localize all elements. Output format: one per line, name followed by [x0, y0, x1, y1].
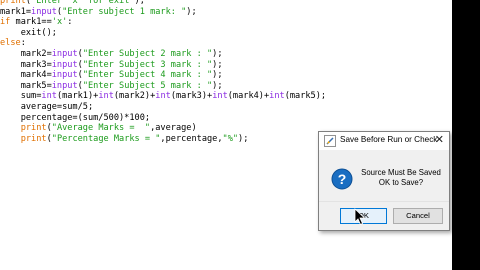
code-token: "Enter Subject 2 mark : "	[82, 48, 213, 59]
code-token: input	[51, 59, 78, 70]
code-token: exit	[0, 27, 42, 38]
code-token: "Enter Subject 4 mark : "	[82, 70, 213, 81]
code-token: "Enter Subject 5 mark : "	[82, 80, 213, 91]
code-token: int	[98, 91, 114, 102]
code-token: (mark1)+	[56, 91, 99, 102]
code-line[interactable]: mark1=input("Enter subject 1 mark: ");	[0, 7, 326, 18]
code-text[interactable]: print("Enter 'x' for exit"); mark1=input(…	[0, 0, 326, 144]
code-token: else	[0, 38, 21, 49]
code-token: "Enter 'x' for exit"	[31, 0, 135, 6]
code-line[interactable]: percentage=(sum/500)*100;	[0, 113, 326, 124]
code-token: "Enter subject 1 mark: "	[62, 6, 187, 17]
dialog-message: Source Must Be Saved OK to Save?	[359, 168, 443, 188]
code-token: if	[0, 17, 11, 28]
code-token: input	[51, 80, 78, 91]
code-line[interactable]: print("Enter 'x' for exit");	[0, 0, 326, 7]
code-token: mark1==	[10, 17, 52, 28]
code-token: input	[31, 6, 57, 17]
code-token: (mark5);	[284, 91, 327, 102]
code-token: mark2=	[0, 48, 52, 59]
code-token: int	[155, 91, 171, 102]
code-line[interactable]: print("Percentage Marks = ",percentage,"…	[0, 134, 326, 145]
code-token: "Percentage Marks = "	[51, 133, 161, 144]
code-token: "Average Marks = "	[51, 123, 151, 134]
code-token: );	[212, 70, 223, 81]
code-token: ,average)	[150, 123, 197, 134]
code-token: );	[212, 80, 223, 91]
code-line[interactable]: mark2=input("Enter Subject 2 mark : ");	[0, 49, 326, 60]
code-line[interactable]: sum=int(mark1)+int(mark2)+int(mark3)+int…	[0, 91, 326, 102]
code-token: input	[51, 48, 78, 59]
message-line-2: OK to Save?	[378, 178, 424, 187]
question-icon: ?	[331, 168, 353, 190]
mouse-cursor-icon	[354, 208, 366, 226]
code-token: print	[20, 133, 47, 144]
code-token: input	[51, 70, 78, 81]
code-token: print	[20, 123, 47, 134]
screen-frame: print("Enter 'x' for exit"); mark1=input(…	[0, 0, 480, 270]
code-token: 'x'	[51, 17, 68, 28]
code-token: "%"	[222, 133, 239, 144]
svg-text:?: ?	[338, 171, 347, 187]
code-token: );	[212, 59, 223, 70]
code-token: int	[269, 91, 285, 102]
code-token: );	[212, 48, 223, 59]
save-dialog: Save Before Run or Check ✕ ? Source Must…	[318, 131, 450, 231]
code-token: (mark4)+	[227, 91, 270, 102]
code-token: "Enter Subject 3 mark : "	[82, 59, 213, 70]
code-token: sum=	[0, 91, 42, 102]
code-line[interactable]: mark5=input("Enter Subject 5 mark : ");	[0, 81, 326, 92]
code-token: );	[238, 133, 249, 144]
code-token: :	[67, 17, 73, 28]
message-line-1: Source Must Be Saved	[361, 168, 441, 177]
code-token: mark1=	[0, 6, 32, 17]
code-line[interactable]: print("Average Marks = ",average)	[0, 123, 326, 134]
code-token: (mark2)+	[113, 91, 156, 102]
code-token: int	[41, 91, 57, 102]
code-token: ,percentage,	[160, 133, 223, 144]
code-line[interactable]: exit();	[0, 28, 326, 39]
code-token: print	[0, 0, 26, 6]
code-token: mark4=	[0, 70, 52, 81]
code-line[interactable]: if mark1=='x':	[0, 17, 326, 28]
code-line[interactable]: else:	[0, 38, 326, 49]
code-token: ();	[41, 27, 57, 38]
dialog-titlebar[interactable]: Save Before Run or Check ✕	[319, 132, 449, 150]
code-token: mark5=	[0, 80, 52, 91]
dialog-footer: OK Cancel	[319, 201, 449, 230]
dialog-title: Save Before Run or Check	[340, 135, 438, 144]
code-token: percentage=(sum/500)*100;	[0, 112, 151, 123]
cancel-button[interactable]: Cancel	[393, 208, 443, 224]
code-line[interactable]: mark3=input("Enter Subject 3 mark : ");	[0, 60, 326, 71]
code-token: mark3=	[0, 59, 52, 70]
code-token: :	[20, 38, 26, 49]
code-token: average=sum/5;	[0, 101, 94, 112]
code-line[interactable]: average=sum/5;	[0, 102, 326, 113]
code-token: (mark3)+	[170, 91, 213, 102]
idle-feather-icon	[324, 135, 336, 147]
code-line[interactable]: mark4=input("Enter Subject 4 mark : ");	[0, 70, 326, 81]
close-icon[interactable]: ✕	[435, 134, 444, 147]
code-token: );	[134, 0, 145, 6]
code-token: );	[186, 6, 197, 17]
code-token: int	[212, 91, 228, 102]
